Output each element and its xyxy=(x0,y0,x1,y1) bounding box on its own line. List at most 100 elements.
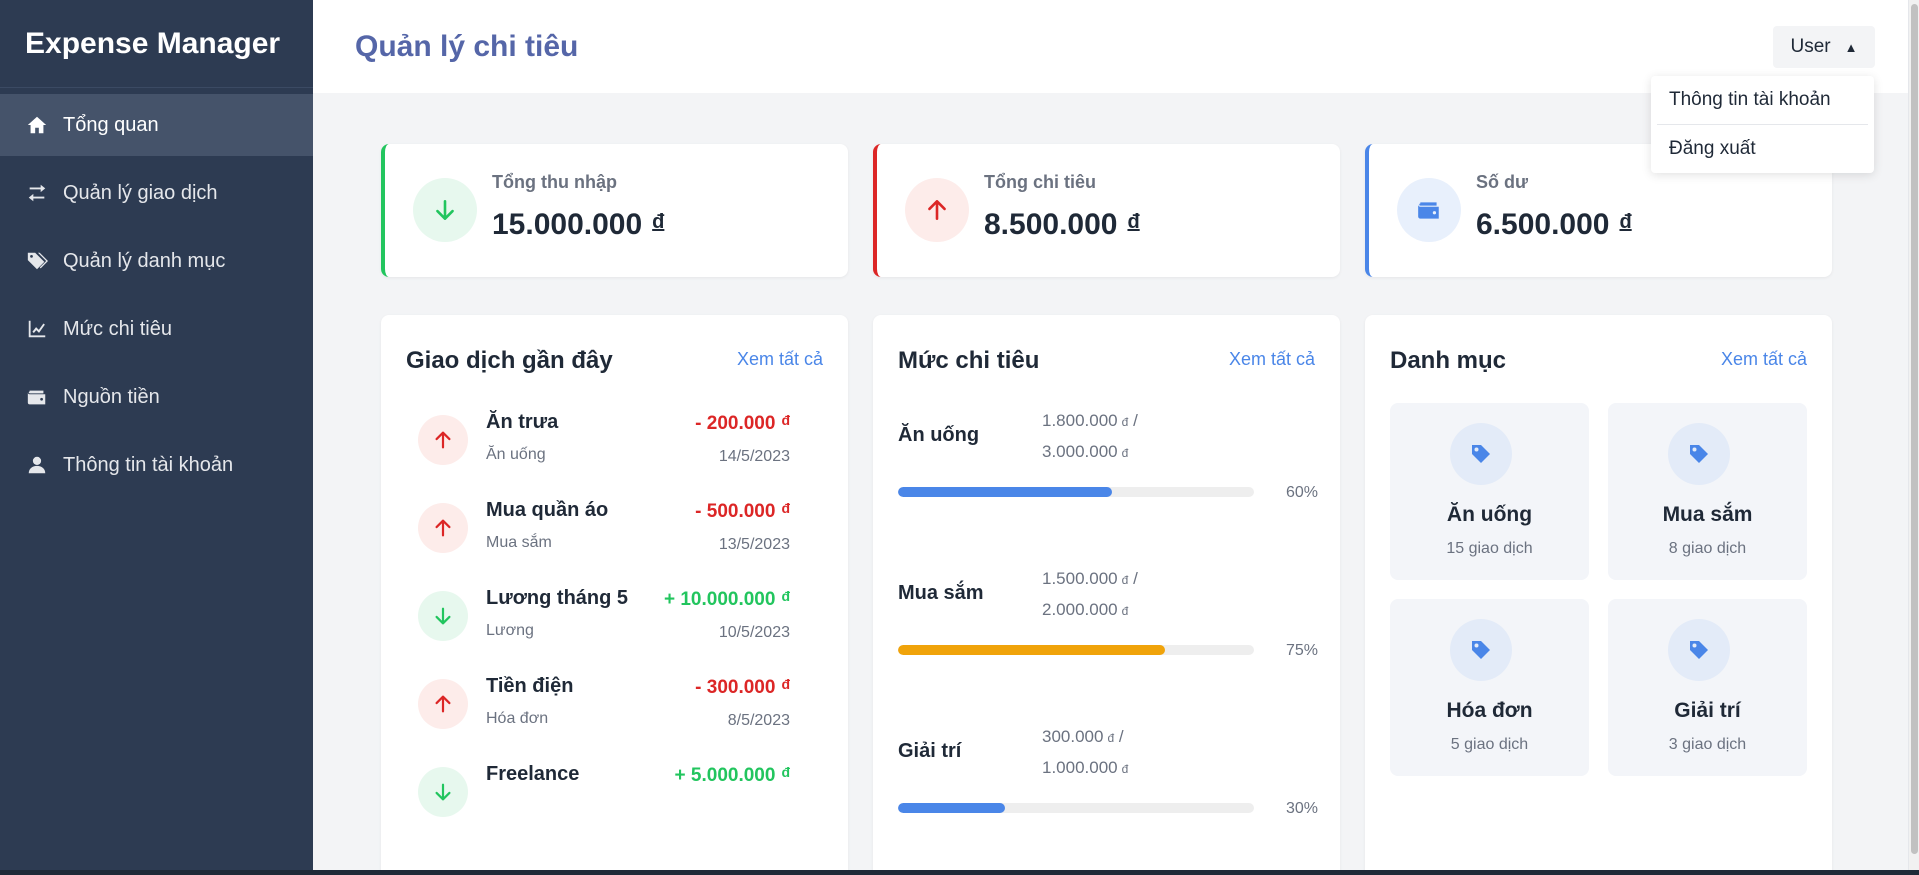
sidebar-item-label: Tổng quan xyxy=(63,113,159,136)
budget-item[interactable]: Ăn uống 1.800.000 đ / 3.000.000 đ 60% xyxy=(898,402,1318,532)
transaction-amount: - 500.000 đ xyxy=(695,500,790,522)
line-chart-icon xyxy=(25,317,49,341)
arrow-up-icon xyxy=(418,679,468,729)
tag-icon xyxy=(1450,619,1512,681)
transaction-amount: - 200.000 đ xyxy=(695,412,790,434)
menu-item-logout[interactable]: Đăng xuất xyxy=(1651,125,1874,173)
arrow-up-icon xyxy=(905,178,969,242)
transaction-category: Ăn uống xyxy=(486,446,546,463)
category-card[interactable]: Ăn uống 15 giao dịch xyxy=(1390,403,1589,580)
budget-percent: 75% xyxy=(1285,642,1318,659)
category-count: 8 giao dịch xyxy=(1668,540,1747,557)
sidebar-item-transactions[interactable]: Quản lý giao dịch xyxy=(0,162,313,224)
arrow-down-icon xyxy=(418,591,468,641)
summary-label: Tổng chi tiêu xyxy=(984,172,1096,192)
panel-title: Giao dịch gần đây xyxy=(406,347,613,374)
transaction-row[interactable]: Ăn trưa Ăn uống - 200.000 đ 14/5/2023 xyxy=(406,393,826,485)
budget-progress-fill xyxy=(898,487,1112,497)
transaction-name: Mua quần áo xyxy=(486,499,609,521)
sidebar-item-label: Nguồn tiền xyxy=(63,385,160,408)
expense-summary-card: Tổng chi tiêu 8.500.000 đ xyxy=(873,144,1340,277)
transaction-category: Lương xyxy=(486,622,534,639)
income-summary-card: Tổng thu nhập 15.000.000 đ xyxy=(381,144,848,277)
arrow-up-icon xyxy=(418,415,468,465)
transaction-category: Mua sắm xyxy=(486,534,552,551)
transaction-row[interactable]: Freelance + 5.000.000 đ xyxy=(406,745,826,837)
arrow-down-icon xyxy=(418,767,468,817)
user-icon xyxy=(25,453,49,477)
currency-symbol: đ xyxy=(652,211,665,233)
view-all-categories-link[interactable]: Xem tất cả xyxy=(1721,349,1807,370)
transaction-date: 14/5/2023 xyxy=(718,448,790,465)
category-card[interactable]: Giải trí 3 giao dịch xyxy=(1608,599,1807,776)
home-icon xyxy=(25,113,49,137)
transaction-row[interactable]: Mua quần áo Mua sắm - 500.000 đ 13/5/2023 xyxy=(406,481,826,573)
transaction-date: 8/5/2023 xyxy=(727,712,790,729)
sidebar-item-label: Mức chi tiêu xyxy=(63,317,172,340)
category-name: Hóa đơn xyxy=(1446,699,1533,722)
page-scrollbar[interactable] xyxy=(1908,0,1919,870)
caret-up-icon: ▲ xyxy=(1844,39,1858,55)
budget-item[interactable]: Mua sắm 1.500.000 đ / 2.000.000 đ 75% xyxy=(898,560,1318,690)
transaction-row[interactable]: Lương tháng 5 Lương + 10.000.000 đ 10/5/2… xyxy=(406,569,826,661)
category-count: 15 giao dịch xyxy=(1446,540,1533,557)
sidebar-item-label: Quản lý danh mục xyxy=(63,249,226,272)
category-count: 5 giao dịch xyxy=(1450,736,1529,753)
user-menu-button[interactable]: User ▲ xyxy=(1773,26,1875,68)
transaction-amount: + 10.000.000 đ xyxy=(663,588,790,610)
transaction-name: Freelance xyxy=(486,763,580,785)
category-card[interactable]: Hóa đơn 5 giao dịch xyxy=(1390,599,1589,776)
summary-label: Tổng thu nhập xyxy=(492,172,617,192)
tag-icon xyxy=(1668,423,1730,485)
sidebar-item-overview[interactable]: Tổng quan xyxy=(0,94,313,156)
budget-name: Mua sắm xyxy=(898,582,984,604)
tags-icon xyxy=(25,249,49,273)
transaction-amount: - 300.000 đ xyxy=(695,676,790,698)
view-all-transactions-link[interactable]: Xem tất cả xyxy=(737,349,823,370)
user-menu-label: User xyxy=(1790,36,1831,57)
wallet-icon xyxy=(1397,178,1461,242)
sidebar-item-money-sources[interactable]: Nguồn tiền xyxy=(0,366,313,428)
transaction-row[interactable]: Tiền điện Hóa đơn - 300.000 đ 8/5/2023 xyxy=(406,657,826,749)
arrow-down-icon xyxy=(413,178,477,242)
budget-amount: 1.500.000 đ / 2.000.000 đ xyxy=(1042,569,1138,619)
category-card[interactable]: Mua sắm 8 giao dịch xyxy=(1608,403,1807,580)
sidebar-item-label: Quản lý giao dịch xyxy=(63,181,218,204)
scrollbar-thumb[interactable] xyxy=(1911,4,1918,854)
budget-item[interactable]: Giải trí 300.000 đ / 1.000.000 đ 30% xyxy=(898,718,1318,848)
category-name: Mua sắm xyxy=(1662,503,1753,526)
sidebar-item-categories[interactable]: Quản lý danh mục xyxy=(0,230,313,292)
summary-value: 6.500.000 đ xyxy=(1476,208,1632,241)
summary-label: Số dư xyxy=(1476,172,1529,192)
budget-percent: 60% xyxy=(1285,484,1318,501)
transaction-name: Tiền điện xyxy=(486,675,574,697)
summary-value: 8.500.000 đ xyxy=(984,208,1140,241)
transaction-amount: + 5.000.000 đ xyxy=(674,764,790,786)
budget-progress-bar xyxy=(898,803,1254,813)
currency-symbol: đ xyxy=(1127,211,1140,233)
tag-icon xyxy=(1450,423,1512,485)
panel-title: Mức chi tiêu xyxy=(898,347,1040,374)
categories-panel: Danh mục Xem tất cả Ăn uống 15 giao dịch… xyxy=(1365,315,1832,870)
budget-progress-bar xyxy=(898,645,1254,655)
sidebar-item-budgets[interactable]: Mức chi tiêu xyxy=(0,298,313,360)
budget-amount: 1.800.000 đ / 3.000.000 đ xyxy=(1042,411,1138,461)
sidebar: Expense Manager Tổng quan Quản lý giao d… xyxy=(0,0,313,870)
budget-name: Ăn uống xyxy=(898,424,980,446)
budget-amount: 300.000 đ / 1.000.000 đ xyxy=(1042,727,1129,777)
exchange-icon xyxy=(25,181,49,205)
menu-item-account-info[interactable]: Thông tin tài khoản xyxy=(1651,76,1874,124)
transaction-date: 13/5/2023 xyxy=(718,536,790,553)
arrow-up-icon xyxy=(418,503,468,553)
budget-progress-fill xyxy=(898,645,1165,655)
category-count: 3 giao dịch xyxy=(1668,736,1747,753)
transaction-date: 10/5/2023 xyxy=(718,624,790,641)
recent-transactions-panel: Giao dịch gần đây Xem tất cả Ăn trưa Ăn … xyxy=(381,315,848,870)
sidebar-item-account[interactable]: Thông tin tài khoản xyxy=(0,434,313,496)
budget-name: Giải trí xyxy=(898,740,962,762)
transaction-name: Ăn trưa xyxy=(486,411,559,433)
app-frame: Expense Manager Tổng quan Quản lý giao d… xyxy=(0,0,1908,870)
view-all-budgets-link[interactable]: Xem tất cả xyxy=(1229,349,1315,370)
transaction-name: Lương tháng 5 xyxy=(486,587,629,609)
transaction-category: Hóa đơn xyxy=(486,710,549,727)
